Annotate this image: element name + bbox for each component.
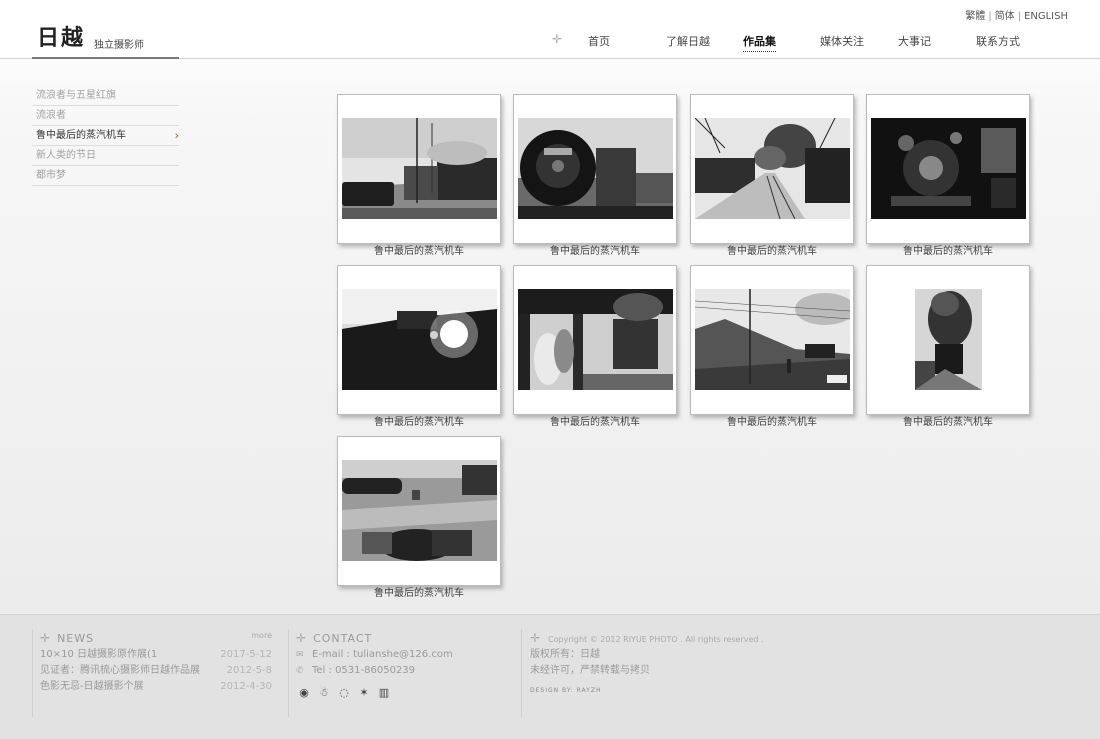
- envelope-icon: ✉: [296, 650, 304, 660]
- footer-divider: [521, 629, 522, 717]
- photo-frame: [513, 94, 677, 244]
- gallery-item[interactable]: 鲁中最后的蒸汽机车: [337, 436, 501, 601]
- sidebar-item-label: 都市梦: [36, 170, 66, 181]
- footer-news: ✛ NEWS more 10×10 日越摄影原作展(1 2017-5-12 见证者：…: [40, 629, 272, 719]
- nav-contact[interactable]: 联系方式: [976, 33, 1020, 49]
- gallery-item[interactable]: 鲁中最后的蒸汽机车: [690, 265, 854, 430]
- sidebar-item-label: 鲁中最后的蒸汽机车: [36, 130, 126, 141]
- copyright-notice: 未经许可，严禁转载与拷贝: [530, 665, 650, 676]
- phone-icon: ✆: [296, 666, 304, 676]
- contact-email[interactable]: ✉ E-mail : tulianshe@126.com: [296, 647, 506, 663]
- photo-thumbnail: [342, 460, 497, 561]
- photo-caption: 鲁中最后的蒸汽机车: [727, 246, 817, 257]
- news-heading: ✛ NEWS: [40, 631, 95, 645]
- chevron-right-icon: ›: [174, 129, 179, 142]
- photo-frame: [690, 265, 854, 415]
- photo-thumbnail: [518, 118, 673, 219]
- sidebar-item-new-festival[interactable]: 新人类的节日: [32, 146, 179, 166]
- nav-about[interactable]: 了解日越: [666, 33, 710, 49]
- logo-title: 日越: [37, 25, 86, 51]
- photo-caption: 鲁中最后的蒸汽机车: [903, 417, 993, 428]
- language-switcher: 繁體 | 简体 | ENGLISH: [965, 11, 1068, 22]
- footer-divider: [32, 629, 33, 717]
- nav-portfolio[interactable]: 作品集: [743, 33, 776, 52]
- logo[interactable]: 日越 独立摄影师: [32, 0, 179, 59]
- photo-thumbnail: [695, 289, 850, 390]
- sidebar-item-wanderer-flag[interactable]: 流浪者与五星红旗: [32, 86, 179, 106]
- news-item[interactable]: 色影无忌-日越摄影个展 2012-4-30: [40, 679, 272, 695]
- photo-caption: 鲁中最后的蒸汽机车: [374, 588, 464, 599]
- contact-heading: ✛ CONTACT: [296, 631, 373, 645]
- photo-frame: [337, 265, 501, 415]
- chart-icon[interactable]: ▥: [376, 686, 392, 700]
- nav-events[interactable]: 大事记: [898, 33, 931, 49]
- photo-frame: [866, 94, 1030, 244]
- news-more-link[interactable]: more: [251, 631, 272, 640]
- photo-frame: [337, 436, 501, 586]
- sidebar-item-label: 流浪者与五星红旗: [36, 90, 116, 101]
- header: 繁體 | 简体 | ENGLISH 日越 独立摄影师 ✛ 首页 了解日越 作品集 媒体关…: [0, 0, 1100, 59]
- gallery-item[interactable]: 鲁中最后的蒸汽机车: [866, 94, 1030, 259]
- photo-caption: 鲁中最后的蒸汽机车: [727, 417, 817, 428]
- sidebar-item-wanderer[interactable]: 流浪者: [32, 106, 179, 126]
- photo-frame: [690, 94, 854, 244]
- crosshair-icon: ✛: [552, 32, 563, 46]
- photo-frame: [513, 265, 677, 415]
- footer-divider: [288, 629, 289, 717]
- gallery-item[interactable]: 鲁中最后的蒸汽机车: [337, 94, 501, 259]
- copyright-line: ✛ Copyright © 2012 RIYUE PHOTO . All righ…: [530, 631, 764, 645]
- lang-traditional-link[interactable]: 繁體: [965, 11, 985, 22]
- gallery-item[interactable]: 鲁中最后的蒸汽机车: [690, 94, 854, 259]
- weibo-icon[interactable]: ◉: [296, 686, 312, 700]
- photo-thumbnail: [342, 289, 497, 390]
- photo-thumbnail: [518, 289, 673, 390]
- crosshair-icon: ✛: [530, 631, 541, 645]
- design-credit: DESIGN BY: RAYZH: [530, 687, 602, 694]
- sidebar-item-label: 流浪者: [36, 110, 66, 121]
- photo-caption: 鲁中最后的蒸汽机车: [374, 246, 464, 257]
- sidebar-item-label: 新人类的节日: [36, 150, 96, 161]
- nav-home[interactable]: 首页: [588, 33, 610, 49]
- gallery-item[interactable]: 鲁中最后的蒸汽机车: [337, 265, 501, 430]
- footer-contact: ✛ CONTACT ✉ E-mail : tulianshe@126.com ✆ Te…: [296, 629, 506, 719]
- logo-subtitle: 独立摄影师: [94, 40, 144, 51]
- photo-thumbnail: [342, 118, 497, 219]
- photo-caption: 鲁中最后的蒸汽机车: [550, 417, 640, 428]
- news-item[interactable]: 10×10 日越摄影原作展(1 2017-5-12: [40, 647, 272, 663]
- copyright-owner: 版权所有：日越: [530, 649, 600, 660]
- star-icon[interactable]: ✶: [356, 686, 372, 700]
- qq-icon[interactable]: ☃: [316, 686, 332, 700]
- gallery-item[interactable]: 鲁中最后的蒸汽机车: [513, 94, 677, 259]
- photo-caption: 鲁中最后的蒸汽机车: [903, 246, 993, 257]
- photo-frame: [866, 265, 1030, 415]
- contact-phone: ✆ Tel : 0531-86050239: [296, 663, 506, 679]
- news-item[interactable]: 见证者：腾讯梳心摄影师日越作品展 2012-5-8: [40, 663, 272, 679]
- gallery-item[interactable]: 鲁中最后的蒸汽机车: [866, 265, 1030, 430]
- lang-simplified-link[interactable]: 简体: [995, 11, 1015, 22]
- chat-icon[interactable]: ◌: [336, 686, 352, 700]
- footer: ✛ NEWS more 10×10 日越摄影原作展(1 2017-5-12 见证者：…: [0, 614, 1100, 739]
- sidebar-item-steam-locomotive[interactable]: 鲁中最后的蒸汽机车 ›: [32, 126, 179, 146]
- photo-thumbnail: [915, 289, 982, 390]
- nav-media[interactable]: 媒体关注: [820, 33, 864, 49]
- footer-copyright: ✛ Copyright © 2012 RIYUE PHOTO . All righ…: [530, 629, 850, 719]
- sidebar-item-city-dream[interactable]: 都市梦: [32, 166, 179, 186]
- crosshair-icon: ✛: [296, 631, 308, 645]
- lang-english-link[interactable]: ENGLISH: [1024, 11, 1068, 22]
- social-links: ◉ ☃ ◌ ✶ ▥: [296, 681, 506, 700]
- photo-thumbnail: [695, 118, 850, 219]
- sidebar: 流浪者与五星红旗 流浪者 鲁中最后的蒸汽机车 › 新人类的节日 都市梦: [32, 86, 179, 186]
- photo-thumbnail: [871, 118, 1026, 219]
- photo-caption: 鲁中最后的蒸汽机车: [374, 417, 464, 428]
- crosshair-icon: ✛: [40, 631, 52, 645]
- gallery-item[interactable]: 鲁中最后的蒸汽机车: [513, 265, 677, 430]
- photo-caption: 鲁中最后的蒸汽机车: [550, 246, 640, 257]
- photo-frame: [337, 94, 501, 244]
